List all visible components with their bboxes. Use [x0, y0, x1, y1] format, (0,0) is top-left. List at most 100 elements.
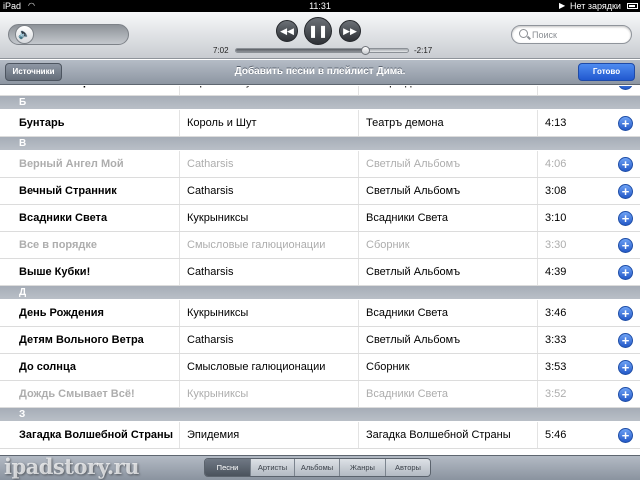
song-row[interactable]: Детям Вольного Ветра Catharsis Светлый Аль… — [0, 327, 640, 354]
song-album: Всадники Света — [366, 212, 449, 224]
add-song-icon[interactable]: + — [618, 116, 633, 131]
song-row[interactable]: Все в порядке Смысловые галюционации Сборн… — [0, 232, 640, 259]
song-duration: 4:06 — [545, 158, 567, 170]
navigation-bar: Источники Добавить песни в плейлист Дима… — [0, 60, 640, 85]
song-duration: 3:08 — [545, 185, 567, 197]
song-row[interactable]: Бунтарь Король и Шут Театръ демона 4:13 + — [0, 110, 640, 137]
song-row[interactable]: Выше Кубки! Catharsis Светлый Альбомъ 4:39 + — [0, 259, 640, 286]
song-artist: Смысловые галюционации — [187, 361, 326, 373]
search-icon — [519, 29, 528, 38]
pause-button[interactable]: ❚❚ — [304, 17, 332, 45]
song-duration: 3:52 — [545, 388, 567, 400]
column-divider — [358, 422, 359, 448]
column-divider — [537, 178, 538, 204]
song-artist: Кукрыниксы — [187, 307, 249, 319]
song-album: Светлый Альбомъ — [366, 266, 461, 278]
segment-tab[interactable]: Авторы — [386, 459, 430, 476]
song-title: Детям Вольного Ветра — [19, 334, 144, 346]
column-divider — [358, 259, 359, 285]
songs-list[interactable]: Бальзам обреченных Король и Шут Театръ дем… — [0, 86, 640, 455]
column-divider — [537, 86, 538, 95]
add-song-icon[interactable]: + — [618, 387, 633, 402]
song-album: Театръ демона — [366, 86, 536, 95]
play-indicator-icon: ▶ — [559, 1, 566, 10]
add-song-icon[interactable]: + — [618, 211, 633, 226]
song-title: Всадники Света — [19, 212, 108, 224]
segment-tab[interactable]: Артисты — [251, 459, 295, 476]
search-field[interactable] — [511, 25, 632, 44]
column-divider — [179, 300, 180, 326]
section-header-1: В — [0, 137, 640, 150]
segment-tab[interactable]: Альбомы — [295, 459, 340, 476]
search-input[interactable] — [532, 28, 628, 42]
song-album: Всадники Света — [366, 388, 449, 400]
done-button[interactable]: Готово — [578, 63, 635, 81]
column-divider — [537, 327, 538, 353]
song-duration: 4:39 — [545, 266, 567, 278]
song-row[interactable]: День Рождения Кукрыниксы Всадники Света 3:4… — [0, 300, 640, 327]
column-divider — [179, 327, 180, 353]
song-title: Загадка Волшебной Страны — [19, 429, 174, 441]
column-divider — [358, 354, 359, 380]
column-divider — [358, 381, 359, 407]
song-row[interactable]: До солнца Смысловые галюционации Сборник 3:… — [0, 354, 640, 381]
column-divider — [358, 300, 359, 326]
library-segmented-control: Песни Артисты Альбомы Жанры Авторы — [204, 458, 431, 477]
column-divider — [179, 259, 180, 285]
status-bar: iPad ◠ 11:31 ▶ Нет зарядки — [0, 0, 640, 12]
song-title: Все в порядке — [19, 239, 98, 251]
progress-knob[interactable] — [361, 46, 370, 55]
song-duration: 3:33 — [545, 334, 567, 346]
song-row[interactable]: Бальзам обреченных Король и Шут Театръ дем… — [0, 86, 640, 96]
player-controls: 🔈 ◀◀ ❚❚ ▶▶ 7:02 -2:17 — [0, 12, 640, 59]
song-duration: 3:53 — [545, 361, 567, 373]
song-artist: Catharsis — [187, 158, 234, 170]
song-artist: Кукрыниксы — [187, 388, 249, 400]
song-row[interactable]: Загадка Волшебной Страны Эпидемия Загадка … — [0, 422, 640, 449]
add-song-icon[interactable]: + — [618, 265, 633, 280]
song-duration: 3:50 — [545, 86, 595, 95]
song-album: Сборник — [366, 361, 410, 373]
column-divider — [179, 232, 180, 258]
song-row[interactable]: Всадники Света Кукрыниксы Всадники Света 3:… — [0, 205, 640, 232]
add-song-icon[interactable]: + — [618, 184, 633, 199]
song-title: Выше Кубки! — [19, 266, 91, 278]
song-row[interactable]: Дождь Смывает Всё! Кукрыниксы Всадники Све… — [0, 381, 640, 408]
column-divider — [537, 205, 538, 231]
elapsed-time: 7:02 — [213, 46, 229, 55]
song-album: Всадники Света — [366, 307, 449, 319]
add-song-icon[interactable]: + — [618, 428, 633, 443]
progress-scrubber[interactable] — [235, 46, 409, 55]
add-song-icon[interactable]: + — [618, 86, 633, 90]
column-divider — [537, 151, 538, 177]
column-divider — [537, 300, 538, 326]
song-row[interactable]: Верный Ангел Мой Catharsis Светлый Альбомъ… — [0, 151, 640, 178]
song-artist: Эпидемия — [187, 429, 240, 441]
column-divider — [358, 205, 359, 231]
add-song-icon[interactable]: + — [618, 306, 633, 321]
column-divider — [358, 151, 359, 177]
segment-tab[interactable]: Жанры — [340, 459, 386, 476]
add-song-icon[interactable]: + — [618, 157, 633, 172]
add-song-icon[interactable]: + — [618, 238, 633, 253]
section-header-3: З — [0, 408, 640, 421]
song-duration: 3:10 — [545, 212, 567, 224]
section-header-0: Б — [0, 96, 640, 109]
next-track-button[interactable]: ▶▶ — [339, 20, 361, 42]
song-row[interactable]: Вечный Странник Catharsis Светлый Альбомъ 3… — [0, 178, 640, 205]
song-album: Светлый Альбомъ — [366, 334, 461, 346]
add-song-icon[interactable]: + — [618, 360, 633, 375]
add-song-icon[interactable]: + — [618, 333, 633, 348]
progress-fill — [236, 49, 365, 52]
song-artist: Catharsis — [187, 266, 234, 278]
speaker-icon[interactable]: 🔈 — [15, 25, 34, 44]
song-album: Светлый Альбомъ — [366, 185, 461, 197]
previous-track-button[interactable]: ◀◀ — [276, 20, 298, 42]
volume-slider[interactable]: 🔈 — [8, 24, 129, 45]
column-divider — [179, 86, 180, 95]
status-time: 11:31 — [309, 1, 331, 11]
song-title: До солнца — [19, 361, 76, 373]
song-artist: Король и Шут — [187, 117, 257, 129]
charging-status: Нет зарядки — [570, 1, 621, 11]
segment-tab[interactable]: Песни — [205, 459, 251, 476]
